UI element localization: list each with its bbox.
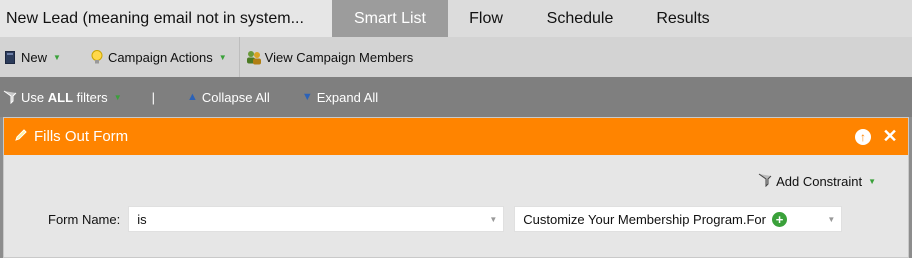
toolbar-divider [238,37,240,77]
use-filters-suffix: filters [73,89,108,105]
view-campaign-members-label: View Campaign Members [264,49,414,65]
view-campaign-members-button[interactable]: View Campaign Members [244,37,422,77]
expand-all-label: Expand All [316,89,379,105]
campaign-actions-button[interactable]: Campaign Actions ▼ [87,37,235,77]
use-filters-bold: ALL [47,89,74,105]
form-name-row: Form Name: is ▼ Customize Your Membershi… [48,206,843,232]
move-up-button[interactable]: ↑ [854,128,872,146]
expand-all-button[interactable]: ▼ Expand All [302,90,378,105]
chevron-down-icon: ▼ [113,92,122,102]
collapse-all-button[interactable]: ▲ Collapse All [187,90,270,105]
new-label: New [21,49,48,65]
expand-triangle-icon: ▼ [301,91,313,103]
close-icon[interactable]: ✕ [881,126,899,146]
tab-schedule[interactable]: Schedule [524,0,636,37]
form-value-select[interactable]: Customize Your Membership Program.For + … [514,206,843,232]
filter-toolbar: Use ALL filters ▼ | ▲ Collapse All ▼ Exp… [0,77,912,117]
operator-select[interactable]: is ▼ [128,206,505,232]
filter-toolbar-divider: | [151,89,155,105]
funnel-icon [758,173,772,190]
pencil-icon [14,128,28,145]
lightbulb-icon [89,49,105,65]
campaign-actions-label: Campaign Actions [107,49,213,65]
new-document-icon [2,49,18,65]
chevron-down-icon: ▼ [827,215,836,224]
add-constraint-button[interactable]: Add Constraint ▼ [758,173,876,190]
add-icon[interactable]: + [772,211,787,227]
new-button[interactable]: New ▼ [0,37,69,77]
chevron-down-icon: ▼ [868,177,876,186]
chevron-down-icon: ▼ [218,52,227,62]
tab-flow[interactable]: Flow [448,0,524,37]
use-filters-prefix: Use [21,89,48,105]
add-constraint-label: Add Constraint [776,174,863,189]
tab-results[interactable]: Results [636,0,730,37]
collapse-triangle-icon: ▲ [187,91,198,103]
tab-smart-list[interactable]: Smart List [332,0,448,37]
filter-card: Fills Out Form ↑ ✕ Add Constraint ▼ Form… [3,117,909,258]
tab-bar: New Lead (meaning email not in system...… [0,0,912,37]
collapse-all-label: Collapse All [201,89,270,105]
filter-card-header: Fills Out Form ↑ ✕ [4,118,908,155]
arrow-up-icon: ↑ [855,128,871,145]
chevron-down-icon: ▼ [489,215,498,224]
form-name-label: Form Name: [48,211,121,227]
action-toolbar: New ▼ Campaign Actions ▼ View Campaign M… [0,37,912,77]
chevron-down-icon: ▼ [53,52,61,62]
operator-value: is [137,211,147,227]
filter-funnel-icon [2,89,18,105]
campaign-title-tab[interactable]: New Lead (meaning email not in system... [0,0,332,37]
use-filters-button[interactable]: Use ALL filters ▼ [2,89,122,105]
members-icon [246,49,262,65]
form-value: Customize Your Membership Program.For [523,211,766,227]
filter-card-title: Fills Out Form [34,128,129,145]
